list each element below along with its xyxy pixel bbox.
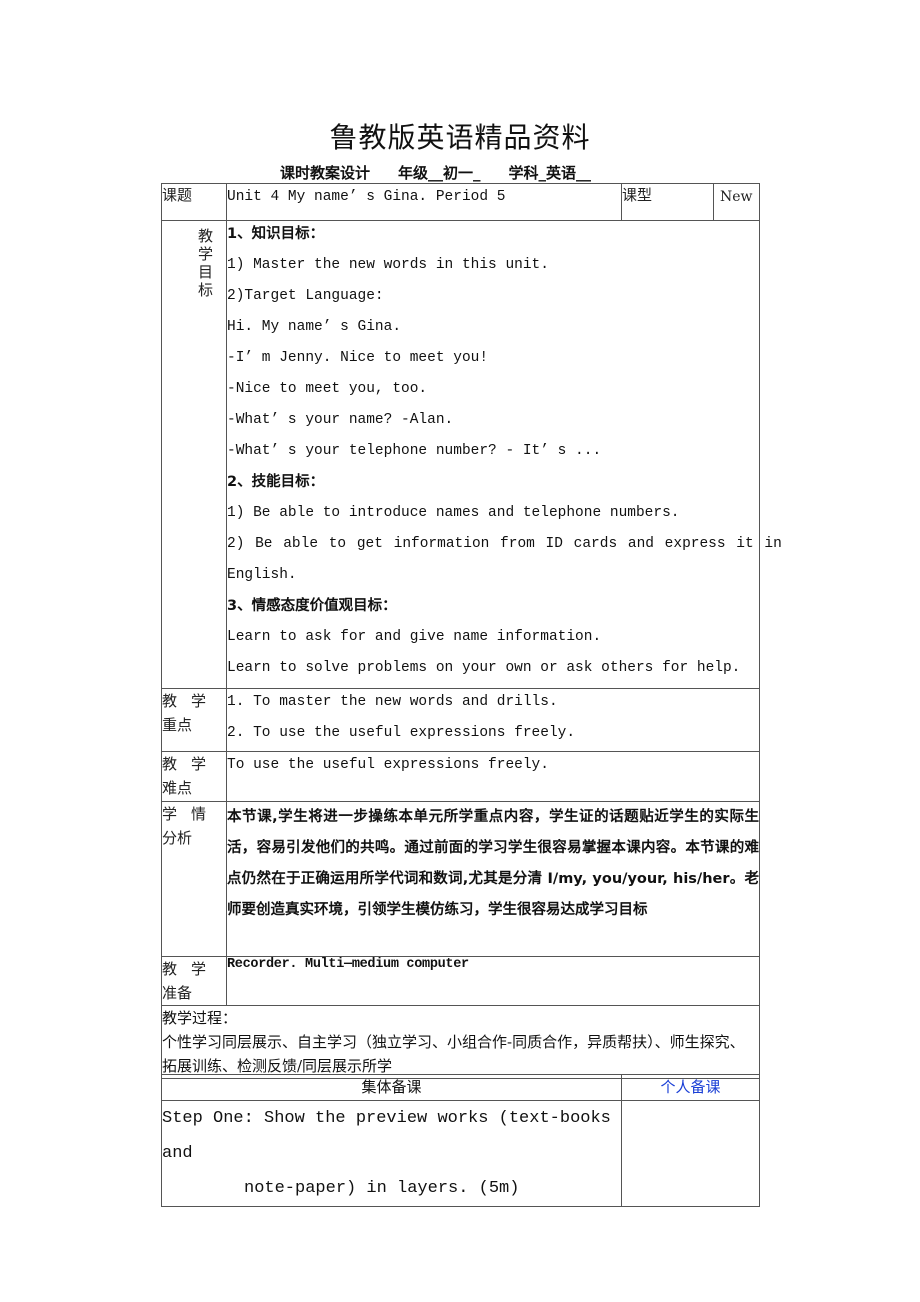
objective-line: 1) Master the new words in this unit.	[227, 257, 549, 273]
document-title: 鲁教版英语精品资料	[329, 121, 591, 154]
analysis-row: 学情 分析 本节课,学生将进一步操练本单元所学重点内容，学生证的话题贴近学生的实…	[161, 801, 760, 957]
difficulties-row: 教学 难点 To use the useful expressions free…	[161, 751, 760, 802]
collective-prep-header: 集体备课	[161, 1074, 622, 1101]
objective-line: -Nice to meet you, too.	[227, 381, 428, 397]
label-char: 点	[177, 716, 193, 734]
preparation-row: 教学 准备 Recorder. Multi—medium computer	[161, 956, 760, 1006]
process-heading: 教学过程：	[162, 1009, 238, 1027]
step-one-line1: Step One: Show the preview works (text-b…	[162, 1109, 611, 1163]
process-text: 个性学习同层展示、自主学习（独立学习、小组合作-同质合作，异质帮扶）、师生探究、…	[162, 1033, 745, 1075]
analysis-label: 学情 分析	[161, 801, 227, 957]
objectives-label-cell: 教学目标	[161, 220, 227, 689]
label-char: 学	[190, 960, 206, 978]
label-char: 学	[162, 805, 178, 823]
label-char: 教	[162, 960, 178, 978]
subtitle-design: 课时教案设计	[280, 164, 371, 182]
objective-line: 1) Be able to introduce names and teleph…	[227, 505, 680, 521]
prep-columns-header: 集体备课 个人备课	[161, 1074, 760, 1101]
document-subtitle: 课时教案设计 年级__初一_ 学科_英语__	[280, 162, 619, 183]
label-char: 准	[162, 984, 178, 1002]
lesson-plan-table: 课题 Unit 4 My name’ s Gina. Period 5 课型 N…	[161, 183, 782, 1079]
label-char: 析	[177, 829, 193, 847]
label-char: 点	[177, 779, 193, 797]
topic-value: Unit 4 My name’ s Gina. Period 5	[226, 183, 622, 221]
prep-columns-table: 集体备课 个人备课 Step One: Show the preview wor…	[161, 1074, 760, 1207]
objective-line: Learn to ask for and give name informati…	[227, 629, 602, 645]
label-char: 分	[162, 829, 178, 847]
label-char: 备	[177, 984, 193, 1002]
topic-label: 课题	[161, 183, 227, 221]
step-one-cell: Step One: Show the preview works (text-b…	[161, 1100, 622, 1207]
objective-line: 2、技能目标：	[227, 474, 325, 490]
label-char: 教	[162, 692, 178, 710]
key-points-row: 教学 重点 1. To master the new words and dri…	[161, 688, 760, 752]
objective-line: -What’ s your name? -Alan.	[227, 412, 454, 428]
label-char: 难	[162, 779, 178, 797]
key-points-label: 教学 重点	[161, 688, 227, 752]
objectives-content: 1、知识目标： 1) Master the new words in this …	[226, 220, 782, 689]
label-char: 学	[190, 755, 206, 773]
objective-line: -I’ m Jenny. Nice to meet you!	[227, 350, 489, 366]
label-char: 情	[190, 805, 206, 823]
objectives-row: 教学目标 1、知识目标： 1) Master the new words in …	[161, 220, 782, 689]
analysis-text: 本节课,学生将进一步操练本单元所学重点内容，学生证的话题贴近学生的实际生活，容易…	[226, 801, 760, 957]
key-point-line: 2. To use the useful expressions freely.	[227, 725, 576, 741]
personal-prep-cell	[621, 1100, 760, 1207]
topic-row: 课题 Unit 4 My name’ s Gina. Period 5 课型 N…	[161, 183, 760, 221]
difficulty-text: To use the useful expressions freely.	[227, 757, 549, 773]
label-char: 重	[162, 716, 178, 734]
key-point-line: 1. To master the new words and drills.	[227, 694, 558, 710]
difficulties-content: To use the useful expressions freely.	[226, 751, 760, 802]
objective-line: -What’ s your telephone number? - It’ s …	[227, 443, 602, 459]
label-char: 学	[190, 692, 206, 710]
personal-prep-header: 个人备课	[621, 1074, 760, 1101]
objective-line: 3、情感态度价值观目标：	[227, 598, 397, 614]
preparation-text: Recorder. Multi—medium computer	[226, 956, 760, 1006]
difficulties-label: 教学 难点	[161, 751, 227, 802]
objective-line: 2)Target Language:	[227, 288, 384, 304]
preparation-label: 教学 准备	[161, 956, 227, 1006]
step-one-row: Step One: Show the preview works (text-b…	[161, 1100, 760, 1207]
objective-line: 2) Be able to get information from ID ca…	[227, 536, 782, 552]
objective-line: Learn to solve problems on your own or a…	[227, 660, 741, 676]
type-label: 课型	[621, 183, 714, 221]
subtitle-grade: 年级__初一_	[398, 164, 481, 182]
objective-line: Hi. My name’ s Gina.	[227, 319, 402, 335]
process-cell: 教学过程： 个性学习同层展示、自主学习（独立学习、小组合作-同质合作，异质帮扶）…	[161, 1005, 760, 1079]
process-row: 教学过程： 个性学习同层展示、自主学习（独立学习、小组合作-同质合作，异质帮扶）…	[161, 1005, 760, 1079]
objective-line: English.	[227, 567, 297, 583]
objectives-label: 教学目标	[198, 227, 214, 299]
subtitle-subject: 学科_英语__	[508, 164, 592, 182]
objective-line: 1、知识目标：	[227, 226, 325, 242]
type-value: New	[713, 183, 760, 221]
step-one-line2: note-paper) in layers. (5m)	[244, 1179, 520, 1198]
label-char: 教	[162, 755, 178, 773]
key-points-content: 1. To master the new words and drills. 2…	[226, 688, 760, 752]
